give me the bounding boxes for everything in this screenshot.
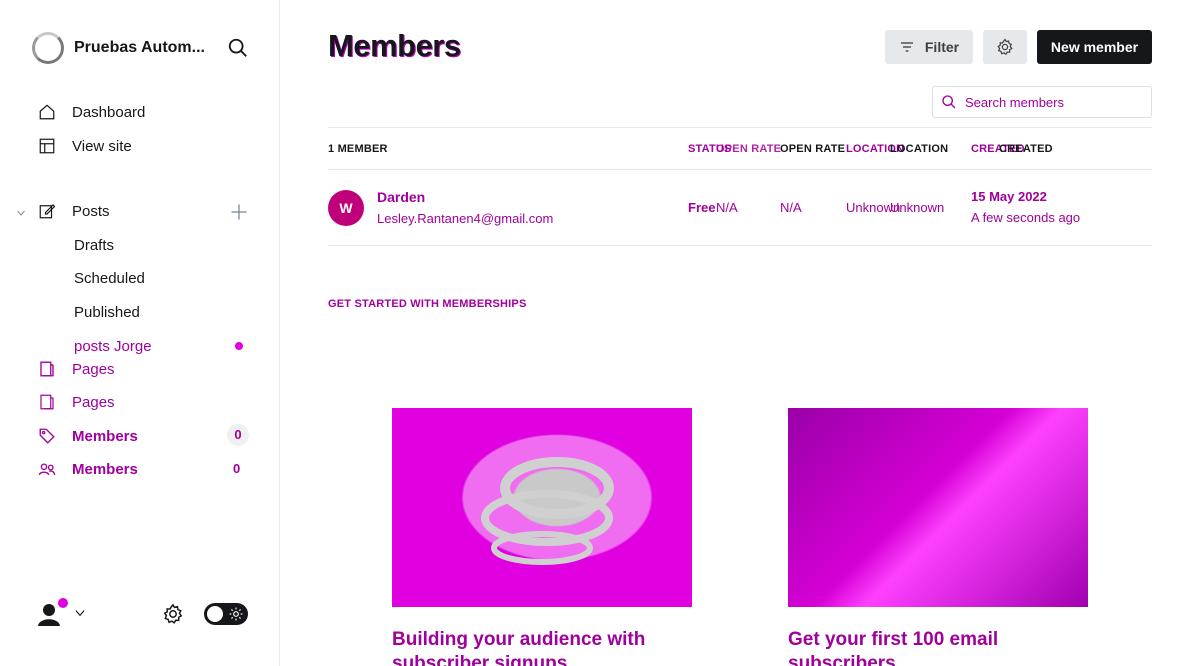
column-location-overlay[interactable]: LOCATION <box>890 143 948 155</box>
chevron-down-icon[interactable] <box>15 207 27 219</box>
sidebar-item-drafts[interactable]: Drafts <box>74 237 114 254</box>
card-image-subscribers[interactable] <box>788 408 1088 607</box>
sun-icon <box>229 607 243 621</box>
sidebar-item-label: View site <box>72 137 132 155</box>
sidebar-item-label: Members <box>72 427 138 445</box>
sidebar-item-posts[interactable]: Posts <box>38 202 110 220</box>
member-count-header: 1 MEMBER <box>328 143 388 155</box>
divider <box>328 245 1152 246</box>
card-image-audience[interactable] <box>392 408 692 607</box>
sidebar-item-label: Members <box>72 460 138 478</box>
pages-icon <box>40 394 54 410</box>
divider <box>328 169 1152 170</box>
sidebar-item-label: Dashboard <box>72 103 146 121</box>
member-status: Free <box>688 200 716 215</box>
filter-label: Filter <box>924 39 960 55</box>
toggle-knob <box>207 606 223 622</box>
memberships-section-label: GET STARTED WITH MEMBERSHIPS <box>328 298 527 310</box>
bowl-illustration <box>481 457 614 565</box>
page-title: Members <box>328 28 461 63</box>
sidebar-item-view-site[interactable]: View site <box>38 137 132 155</box>
member-open-rate: N/A <box>716 200 738 215</box>
unread-dot <box>235 342 243 350</box>
member-email: Lesley.Rantanen4@gmail.com <box>377 211 554 226</box>
card-title-audience[interactable]: Building your audience with subscriber s… <box>392 628 692 666</box>
member-created-date: 15 May 2022 <box>971 189 1047 204</box>
edit-icon <box>39 204 56 219</box>
search-icon[interactable] <box>227 37 249 59</box>
member-open-rate-overlay: N/A <box>780 200 802 215</box>
column-open-rate-overlay[interactable]: OPEN RATE <box>780 143 845 155</box>
sidebar-item-dashboard[interactable]: Dashboard <box>38 103 145 121</box>
filter-button[interactable]: Filter <box>885 30 973 64</box>
sidebar-item-label: Pages <box>72 393 115 411</box>
notification-dot <box>58 598 68 608</box>
gear-icon <box>997 38 1013 56</box>
sidebar-item-label: Posts <box>72 202 110 220</box>
sidebar-item-posts-jorge[interactable]: posts Jorge <box>74 338 152 355</box>
pages-icon <box>40 361 54 377</box>
members-count: 0 <box>233 461 241 476</box>
sidebar-item-members[interactable]: Members <box>38 460 138 478</box>
plus-icon[interactable] <box>229 202 249 222</box>
sidebar-item-pages[interactable]: Pages <box>38 360 115 378</box>
home-icon <box>39 104 55 120</box>
layout-icon <box>39 138 55 154</box>
search-icon <box>942 95 956 109</box>
member-avatar: W <box>328 190 364 226</box>
members-count-badge: 0 <box>227 424 249 446</box>
sidebar-item-pages-duplicate[interactable]: Pages <box>38 393 115 411</box>
gear-icon[interactable] <box>162 603 184 625</box>
sidebar-item-label: Pages <box>72 360 115 378</box>
column-open-rate[interactable]: OPEN RATE <box>716 143 781 155</box>
search-box[interactable] <box>932 86 1152 118</box>
member-location-overlay: Unknown <box>890 200 945 215</box>
member-name: Darden <box>377 189 426 205</box>
filter-icon <box>900 42 913 52</box>
site-logo <box>32 32 64 64</box>
member-created-relative: A few seconds ago <box>971 210 1081 225</box>
sidebar-item-tags[interactable]: Members <box>38 427 138 445</box>
tag-icon <box>39 428 55 444</box>
search-input[interactable] <box>965 94 1145 110</box>
chevron-down-icon[interactable] <box>73 606 87 620</box>
divider <box>328 127 1152 128</box>
sidebar: Pruebas Autom... Dashboard View site Pos… <box>0 0 280 666</box>
card-title-subscribers[interactable]: Get your first 100 email subscribers <box>788 628 1088 666</box>
new-member-button[interactable]: New member <box>1037 30 1152 64</box>
site-name: Pruebas Autom... <box>74 39 205 56</box>
member-settings-button[interactable] <box>983 30 1027 64</box>
users-icon <box>38 463 56 476</box>
sidebar-item-scheduled[interactable]: Scheduled <box>74 270 145 287</box>
dark-mode-toggle[interactable] <box>204 603 248 625</box>
column-created-overlay[interactable]: CREATED <box>999 143 1053 155</box>
site-brand[interactable]: Pruebas Autom... <box>32 32 214 64</box>
sidebar-item-published[interactable]: Published <box>74 304 140 321</box>
